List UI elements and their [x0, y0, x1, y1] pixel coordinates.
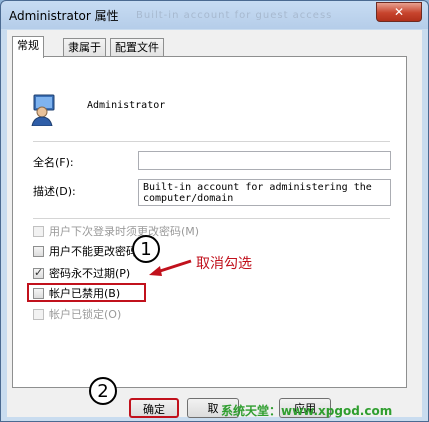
general-tab-panel: Administrator 全名(F): 描述(D): Built-in acc…: [12, 56, 407, 388]
fullname-input[interactable]: [138, 151, 391, 170]
description-label: 描述(D):: [33, 185, 76, 198]
checkbox-box[interactable]: [33, 308, 44, 320]
checkbox-label: 密码永不过期(P): [49, 267, 131, 280]
background-window-text: Built-in account for guest access: [136, 10, 333, 21]
arrow-icon: [149, 259, 192, 276]
checkbox-label: 帐户已锁定(O): [49, 308, 122, 321]
properties-window: Administrator 属性 Built-in account for gu…: [0, 0, 429, 422]
user-name: Administrator: [87, 100, 166, 111]
close-button[interactable]: ✕: [376, 2, 422, 22]
user-icon: [31, 94, 55, 126]
title-bar[interactable]: Administrator 属性 Built-in account for gu…: [1, 1, 428, 29]
ok-button[interactable]: 确定: [129, 398, 179, 418]
description-line: Built-in account for administering the: [143, 182, 372, 193]
step-2-badge: 2: [89, 377, 117, 405]
password-never-expires-checkbox[interactable]: ✓ 密码永不过期(P): [33, 266, 130, 280]
fullname-label: 全名(F):: [33, 156, 74, 169]
description-line: computer/domain: [143, 193, 234, 204]
watermark: 系统天堂：www.xpgod.com: [221, 404, 393, 418]
checkbox-box[interactable]: [33, 225, 44, 237]
dialog-client: 常规 隶属于 配置文件 Administrator 全名(F): 描述(D): …: [7, 30, 422, 417]
must-change-password-checkbox[interactable]: 用户下次登录时须更改密码(M): [33, 224, 199, 238]
tab-profile[interactable]: 配置文件: [110, 38, 164, 57]
checkbox-box[interactable]: [33, 245, 44, 257]
window-title: Administrator 属性: [9, 9, 119, 23]
highlight-box: [27, 283, 146, 302]
checkmark-icon: ✓: [34, 265, 44, 279]
tab-general[interactable]: 常规: [12, 36, 44, 58]
checkbox-box[interactable]: ✓: [33, 265, 44, 279]
hint-text: 取消勾选: [196, 256, 252, 272]
separator: [33, 218, 390, 219]
tab-member-of[interactable]: 隶属于: [63, 38, 106, 57]
separator: [33, 141, 390, 142]
account-locked-checkbox[interactable]: 帐户已锁定(O): [33, 307, 121, 321]
checkbox-label: 用户下次登录时须更改密码(M): [49, 225, 200, 238]
description-input[interactable]: Built-in account for administering the c…: [138, 179, 391, 206]
